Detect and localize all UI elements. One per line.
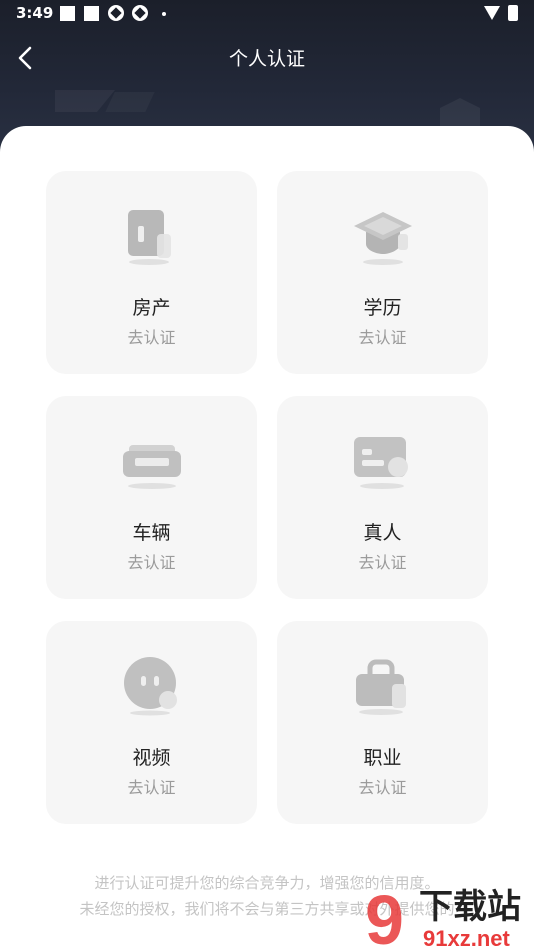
notification-icon [108, 5, 124, 21]
card-action: 去认证 [358, 328, 407, 347]
card-real-person[interactable]: 真人 去认证 [277, 396, 488, 599]
house-deed-icon [128, 210, 171, 265]
wifi-icon [484, 6, 500, 20]
briefcase-icon [356, 659, 406, 715]
card-name: 职业 [363, 747, 402, 769]
status-time: 3:49 [16, 4, 54, 22]
nav-bar: 个人认证 [0, 34, 534, 82]
notification-icon [84, 6, 99, 21]
watermark-text: 下载站 [419, 887, 521, 927]
card-action: 去认证 [358, 553, 407, 572]
header-decoration [105, 92, 155, 112]
watermark-url: 91xz.net [423, 926, 510, 950]
card-action: 去认证 [127, 328, 176, 347]
face-icon [124, 657, 177, 716]
status-bar: 3:49 [0, 0, 534, 28]
card-name: 学历 [363, 297, 402, 319]
svg-text:9: 9 [365, 881, 404, 950]
card-name: 房产 [132, 297, 171, 319]
battery-icon [508, 5, 518, 21]
card-education[interactable]: 学历 去认证 [277, 171, 488, 374]
card-video[interactable]: 视频 去认证 [46, 621, 257, 824]
card-occupation[interactable]: 职业 去认证 [277, 621, 488, 824]
card-action: 去认证 [127, 778, 176, 797]
card-name: 车辆 [132, 522, 171, 544]
card-property[interactable]: 房产 去认证 [46, 171, 257, 374]
notification-icon [60, 6, 75, 21]
card-vehicle[interactable]: 车辆 去认证 [46, 396, 257, 599]
card-name: 真人 [363, 522, 402, 544]
car-icon [123, 445, 181, 489]
card-name: 视频 [132, 747, 171, 769]
graduation-cap-icon [354, 212, 412, 265]
card-action: 去认证 [358, 778, 407, 797]
notification-icon [132, 5, 148, 21]
id-card-icon [354, 437, 408, 489]
page-title: 个人认证 [228, 48, 305, 70]
card-action: 去认证 [127, 553, 176, 572]
watermark-logo: 9 下载站 91xz.net [365, 881, 521, 950]
more-notifications-icon [162, 12, 166, 16]
